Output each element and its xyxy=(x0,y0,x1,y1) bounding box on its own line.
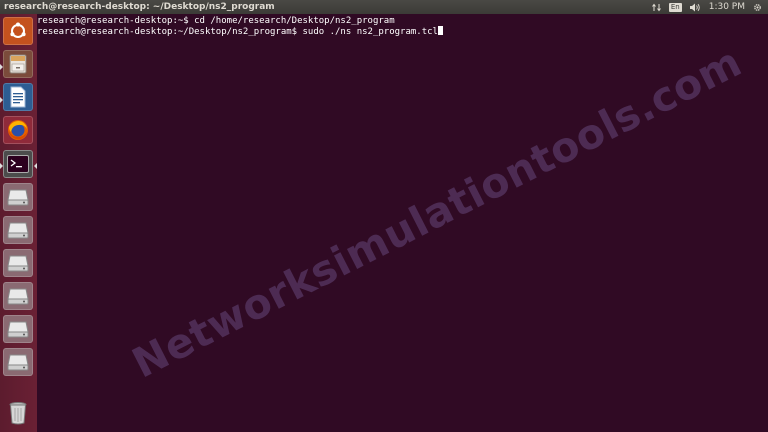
launcher-item-drive-2[interactable] xyxy=(3,216,33,244)
desktop-screen: research@research-desktop: ~/Desktop/ns2… xyxy=(0,0,768,432)
firefox-icon xyxy=(6,118,30,142)
indicator-area: En 1:30 PM xyxy=(651,0,762,14)
terminal-line-current: research@research-desktop:~/Desktop/ns2_… xyxy=(37,26,768,37)
launcher-item-drive-3[interactable] xyxy=(3,249,33,277)
launcher-item-writer[interactable] xyxy=(3,83,33,111)
drive-icon xyxy=(7,221,29,239)
launcher xyxy=(0,14,38,432)
launcher-item-drive-5[interactable] xyxy=(3,315,33,343)
network-arrows-icon[interactable] xyxy=(651,0,661,14)
launcher-item-trash[interactable] xyxy=(3,399,33,427)
file-cabinet-icon xyxy=(7,53,29,75)
drive-icon xyxy=(7,287,29,305)
text-cursor xyxy=(437,26,443,35)
terminal-icon xyxy=(7,155,29,173)
ubuntu-logo-icon xyxy=(8,21,28,41)
drive-icon xyxy=(7,254,29,272)
keyboard-layout-label: En xyxy=(668,2,682,12)
launcher-item-dash[interactable] xyxy=(3,17,33,45)
launcher-item-drive-4[interactable] xyxy=(3,282,33,310)
drive-icon xyxy=(7,320,29,338)
top-panel: research@research-desktop: ~/Desktop/ns2… xyxy=(0,0,768,14)
volume-icon[interactable] xyxy=(689,0,701,14)
keyboard-layout-icon[interactable]: En xyxy=(668,0,682,14)
terminal-window[interactable]: research@research-desktop:~$ cd /home/re… xyxy=(37,14,768,432)
terminal-command: research@research-desktop:~/Desktop/ns2_… xyxy=(37,27,438,37)
window-title: research@research-desktop: ~/Desktop/ns2… xyxy=(4,2,275,12)
trash-icon xyxy=(8,401,28,425)
power-gear-icon[interactable] xyxy=(753,0,762,14)
clock[interactable]: 1:30 PM xyxy=(709,0,745,14)
terminal-line: research@research-desktop:~$ cd /home/re… xyxy=(37,16,395,26)
drive-icon xyxy=(7,188,29,206)
launcher-item-terminal[interactable] xyxy=(3,150,33,178)
document-icon xyxy=(8,86,28,108)
launcher-item-drive-1[interactable] xyxy=(3,183,33,211)
launcher-item-files[interactable] xyxy=(3,50,33,78)
drive-icon xyxy=(7,353,29,371)
launcher-item-drive-6[interactable] xyxy=(3,348,33,376)
launcher-item-firefox[interactable] xyxy=(3,116,33,144)
